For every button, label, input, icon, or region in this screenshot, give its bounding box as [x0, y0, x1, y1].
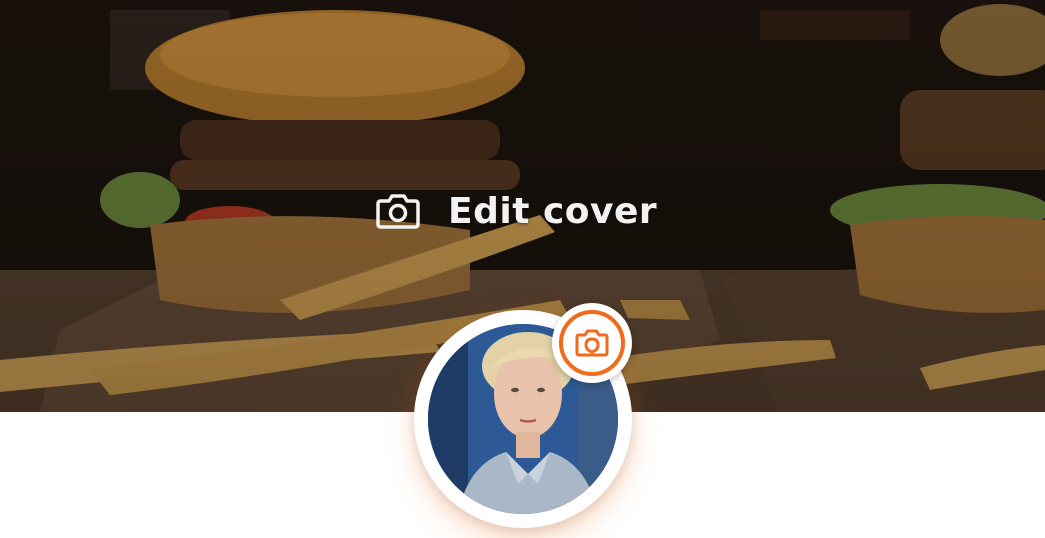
camera-icon: [374, 191, 422, 231]
camera-icon: [575, 329, 609, 357]
change-avatar-button[interactable]: [552, 303, 632, 383]
avatar-camera-ring: [559, 310, 625, 376]
edit-cover-label: Edit cover: [448, 190, 658, 232]
edit-cover-button[interactable]: Edit cover: [374, 186, 657, 236]
